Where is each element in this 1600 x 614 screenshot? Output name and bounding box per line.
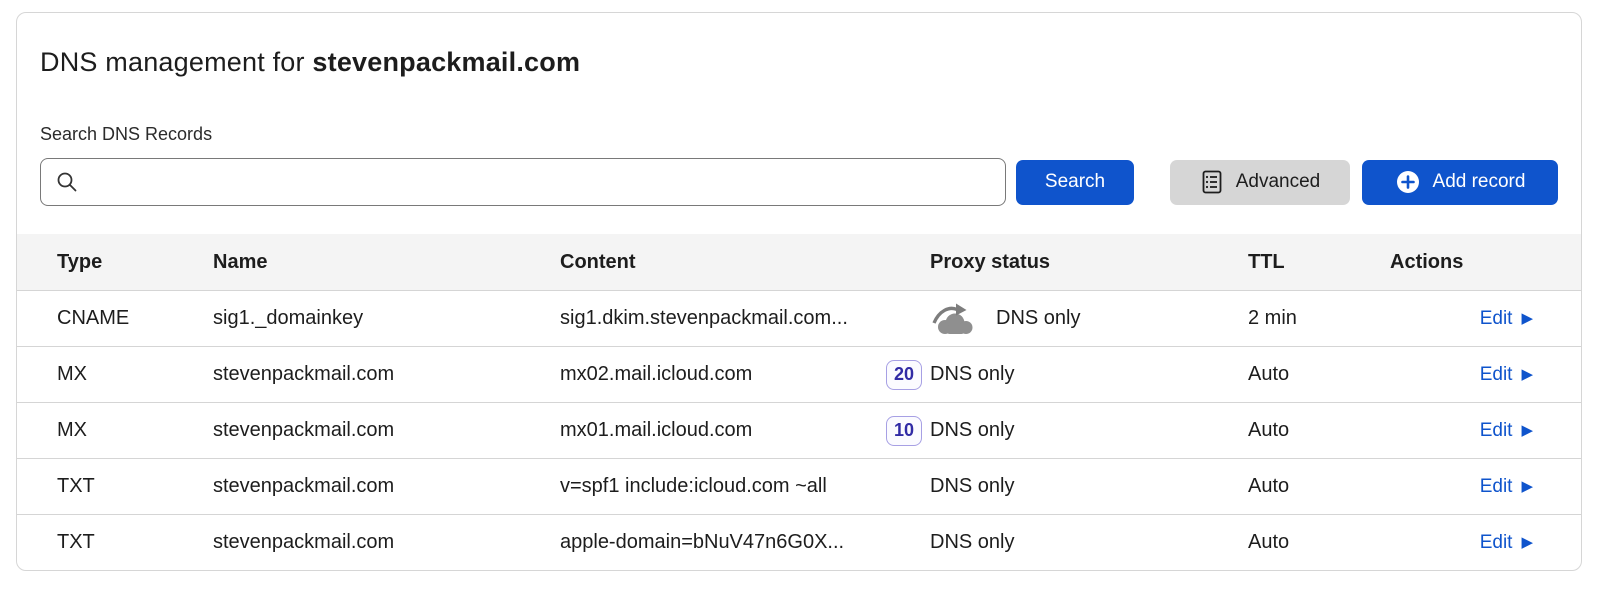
table-body: CNAME sig1._domainkey sig1.dkim.stevenpa… (17, 290, 1581, 570)
edit-record-button[interactable]: Edit▶ (1480, 364, 1533, 386)
caret-right-icon: ▶ (1521, 479, 1533, 494)
record-ttl: Auto (1248, 531, 1390, 554)
column-header-proxy-status: Proxy status (930, 251, 1248, 274)
search-input-container[interactable] (40, 158, 1006, 206)
proxy-status-cell: DNS only (930, 302, 1248, 336)
table-row: CNAME sig1._domainkey sig1.dkim.stevenpa… (17, 290, 1581, 346)
search-button[interactable]: Search (1016, 160, 1134, 205)
proxy-status-label: DNS only (996, 307, 1080, 330)
record-content: apple-domain=bNuV47n6G0X... (560, 531, 844, 554)
record-content: sig1.dkim.stevenpackmail.com... (560, 307, 848, 330)
edit-record-button[interactable]: Edit▶ (1480, 532, 1533, 554)
table-row: MX stevenpackmail.com mx02.mail.icloud.c… (17, 346, 1581, 402)
record-ttl: Auto (1248, 475, 1390, 498)
record-type: MX (17, 363, 213, 386)
add-record-button[interactable]: Add record (1362, 160, 1558, 205)
column-header-actions: Actions (1390, 251, 1581, 274)
caret-right-icon: ▶ (1521, 535, 1533, 550)
record-name: sig1._domainkey (213, 307, 560, 330)
edit-record-button[interactable]: Edit▶ (1480, 308, 1533, 330)
advanced-button-label: Advanced (1236, 171, 1321, 193)
record-type: CNAME (17, 307, 213, 330)
record-type: MX (17, 419, 213, 442)
journal-list-icon (1200, 169, 1224, 195)
record-type: TXT (17, 531, 213, 554)
caret-right-icon: ▶ (1521, 367, 1533, 382)
column-header-name: Name (213, 251, 560, 274)
search-label: Search DNS Records (40, 124, 1558, 145)
caret-right-icon: ▶ (1521, 311, 1533, 326)
record-content: mx02.mail.icloud.com (560, 363, 752, 386)
proxy-status-label: DNS only (930, 419, 1014, 442)
proxy-status-label: DNS only (930, 531, 1014, 554)
proxy-status-label: DNS only (930, 475, 1014, 498)
record-ttl: Auto (1248, 419, 1390, 442)
edit-record-button[interactable]: Edit▶ (1480, 476, 1533, 498)
caret-right-icon: ▶ (1521, 423, 1533, 438)
mx-priority-badge: 20 (886, 360, 922, 390)
edit-record-button[interactable]: Edit▶ (1480, 420, 1533, 442)
search-input[interactable] (89, 171, 991, 193)
record-name: stevenpackmail.com (213, 363, 560, 386)
record-content: v=spf1 include:icloud.com ~all (560, 475, 827, 498)
table-row: MX stevenpackmail.com mx01.mail.icloud.c… (17, 402, 1581, 458)
dns-only-cloud-icon (930, 302, 976, 336)
record-content: mx01.mail.icloud.com (560, 419, 752, 442)
record-type: TXT (17, 475, 213, 498)
page-title-prefix: DNS management for (40, 47, 312, 77)
plus-circle-icon (1395, 169, 1421, 195)
record-name: stevenpackmail.com (213, 531, 560, 554)
column-header-type: Type (17, 251, 213, 274)
page-title-domain: stevenpackmail.com (312, 47, 580, 77)
column-header-content: Content (560, 251, 930, 274)
record-ttl: Auto (1248, 363, 1390, 386)
dns-records-table: Type Name Content Proxy status TTL Actio… (17, 234, 1581, 570)
advanced-button[interactable]: Advanced (1170, 160, 1350, 205)
mx-priority-badge: 10 (886, 416, 922, 446)
search-toolbar: Search Advanced (40, 158, 1558, 206)
table-row: TXT stevenpackmail.com v=spf1 include:ic… (17, 458, 1581, 514)
record-ttl: 2 min (1248, 307, 1390, 330)
page-title: DNS management for stevenpackmail.com (40, 47, 1558, 78)
add-record-button-label: Add record (1433, 171, 1526, 193)
search-icon (55, 170, 79, 194)
column-header-ttl: TTL (1248, 251, 1390, 274)
record-name: stevenpackmail.com (213, 475, 560, 498)
record-name: stevenpackmail.com (213, 419, 560, 442)
card-top-section: DNS management for stevenpackmail.com Se… (17, 13, 1581, 206)
table-row: TXT stevenpackmail.com apple-domain=bNuV… (17, 514, 1581, 570)
proxy-status-label: DNS only (930, 363, 1014, 386)
table-header-row: Type Name Content Proxy status TTL Actio… (17, 234, 1581, 290)
dns-management-card: DNS management for stevenpackmail.com Se… (16, 12, 1582, 571)
